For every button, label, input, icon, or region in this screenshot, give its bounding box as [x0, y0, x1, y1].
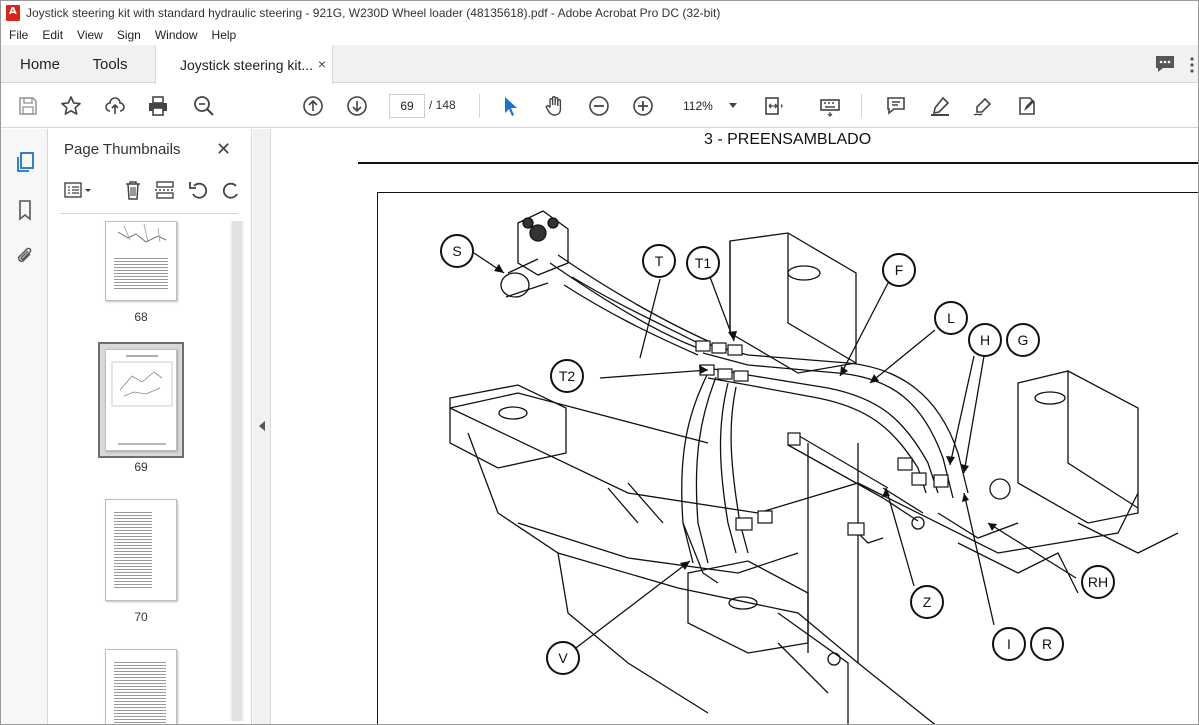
close-icon[interactable]: ✕ [216, 139, 231, 160]
callout-label: L [934, 301, 968, 335]
options-menu-icon[interactable] [64, 179, 94, 201]
callout-label: F [882, 253, 916, 287]
thumbnail-page-68[interactable] [105, 221, 177, 301]
acrobat-app-icon [6, 5, 20, 21]
minus-circle-icon[interactable] [588, 95, 610, 117]
section-rule [358, 162, 1198, 164]
tab-document[interactable]: Joystick steering kit... × [155, 45, 333, 84]
cursor-arrow-icon[interactable] [500, 95, 522, 117]
save-icon[interactable] [17, 95, 39, 117]
collapse-panel-icon[interactable] [259, 421, 265, 431]
zoom-select[interactable]: 112% [673, 94, 743, 118]
callout-label: RH [1081, 565, 1115, 599]
section-title: 3 - PREENSAMBLADO [704, 131, 872, 148]
callout-label: H [968, 323, 1002, 357]
highlight-pen-icon[interactable] [929, 95, 951, 117]
window-title: Joystick steering kit with standard hydr… [26, 6, 721, 20]
thumbnail-text [114, 256, 168, 290]
thumbnail-label: 68 [134, 310, 148, 324]
panel-divider [60, 213, 238, 214]
keyboard-icon[interactable] [819, 95, 841, 117]
thumbnail-page-71[interactable] [105, 649, 177, 724]
callout-label: T2 [550, 359, 584, 393]
menu-bar: File Edit View Sign Window Help [1, 25, 1198, 45]
technical-illustration: S T T1 F L H G T2 RH Z I R V [377, 192, 1198, 724]
chevron-down-icon [729, 103, 737, 108]
acrobat-window: Joystick steering kit with standard hydr… [0, 0, 1199, 725]
tab-close-icon[interactable]: × [318, 56, 326, 72]
callout-label: T1 [686, 246, 720, 280]
menu-window[interactable]: Window [147, 28, 204, 42]
star-icon[interactable] [60, 95, 82, 117]
menu-edit[interactable]: Edit [34, 28, 69, 42]
upload-icon[interactable] [104, 95, 126, 117]
page-thumbnails-panel: Page Thumbnails ✕ 68 69 70 [48, 129, 252, 724]
comment-bubble-icon[interactable] [1154, 53, 1176, 75]
zoom-value: 112% [683, 99, 713, 113]
thumbnail-text [114, 660, 166, 724]
menu-help[interactable]: Help [204, 28, 243, 42]
bookmark-icon[interactable] [14, 199, 36, 221]
thumbnail-label: 69 [134, 460, 148, 474]
callout-label: Z [910, 585, 944, 619]
menu-file[interactable]: File [1, 28, 34, 42]
callout-label: V [546, 641, 580, 675]
tab-strip: Home Tools Joystick steering kit... × [1, 45, 1198, 84]
thumbnail-page-69[interactable] [105, 349, 177, 451]
print-icon[interactable] [147, 95, 169, 117]
callout-label: T [642, 244, 676, 278]
main-toolbar: 69 / 148 112% [1, 84, 1198, 128]
search-zoom-icon[interactable] [193, 95, 215, 117]
callout-label: S [440, 234, 474, 268]
attachment-icon[interactable] [14, 245, 36, 267]
thumbnail-label: 70 [134, 610, 148, 624]
more-vertical-icon[interactable] [1188, 55, 1196, 75]
rotate-right-icon[interactable] [220, 179, 238, 201]
title-bar: Joystick steering kit with standard hydr… [1, 1, 1198, 25]
page-number-input[interactable]: 69 [389, 94, 425, 118]
edit-pdf-icon[interactable] [1016, 95, 1038, 117]
panel-title: Page Thumbnails [64, 141, 181, 158]
thumbnail-drawing [117, 223, 167, 243]
page-fit-icon[interactable] [763, 95, 785, 117]
assembly-drawing [449, 210, 1179, 724]
menu-view[interactable]: View [69, 28, 109, 42]
thumbnail-toolbar [60, 177, 238, 205]
tab-home[interactable]: Home [1, 45, 79, 83]
sign-pen-icon[interactable] [972, 95, 994, 117]
menu-sign[interactable]: Sign [109, 28, 147, 42]
toolbar-divider [861, 94, 862, 118]
page-total-label: / 148 [429, 98, 456, 112]
document-view[interactable]: 3 - PREENSAMBLADO S T T1 F L H G T2 RH Z… [272, 129, 1198, 724]
panel-splitter[interactable] [253, 129, 271, 724]
tab-tools[interactable]: Tools [79, 45, 141, 83]
callout-label: R [1030, 627, 1064, 661]
trash-icon[interactable] [122, 179, 144, 201]
hand-icon[interactable] [544, 95, 566, 117]
comment-icon[interactable] [885, 95, 907, 117]
thumbnail-text [114, 510, 152, 588]
page-thumbnails-icon[interactable] [14, 151, 36, 173]
thumbnail-scrollbar[interactable] [230, 221, 244, 721]
insert-pages-icon[interactable] [154, 179, 176, 201]
thumbnail-page-70[interactable] [105, 499, 177, 601]
left-navigation-rail [1, 129, 48, 724]
callout-label: I [992, 627, 1026, 661]
rotate-left-icon[interactable] [188, 179, 210, 201]
callout-label: G [1006, 323, 1040, 357]
arrow-up-circle-icon[interactable] [302, 95, 324, 117]
thumbnail-drawing [111, 355, 173, 445]
tab-document-label: Joystick steering kit... [180, 56, 314, 73]
toolbar-divider [479, 94, 480, 118]
plus-circle-icon[interactable] [632, 95, 654, 117]
scrollbar-thumb[interactable] [232, 221, 242, 721]
arrow-down-circle-icon[interactable] [346, 95, 368, 117]
